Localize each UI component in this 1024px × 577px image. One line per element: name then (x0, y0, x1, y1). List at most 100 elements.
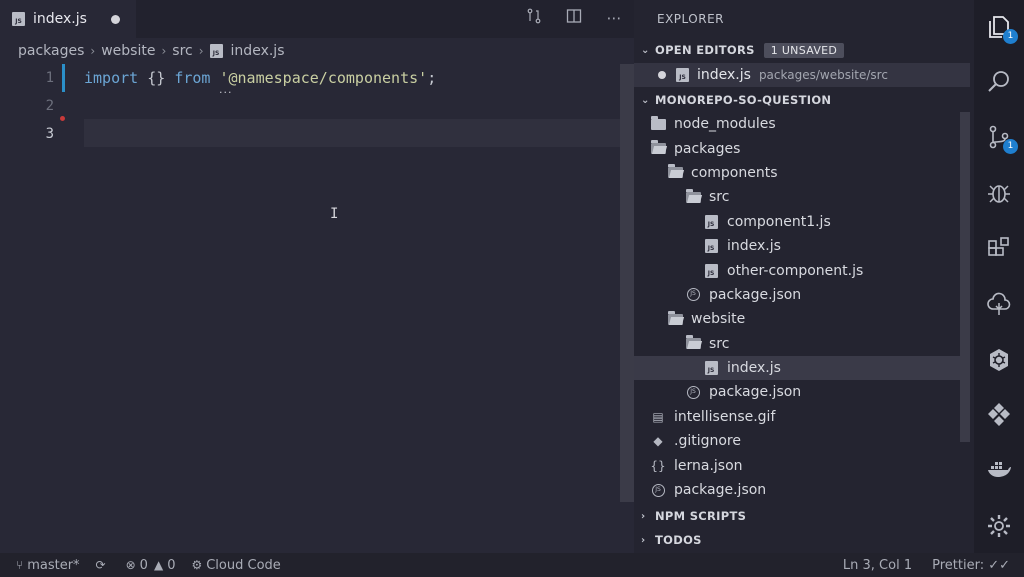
code-semicolon: ; (427, 69, 437, 87)
nodejs-icon: JS (685, 288, 701, 302)
tree-item-label: intellisense.gif (674, 408, 776, 425)
open-changes-icon[interactable] (524, 8, 544, 28)
js-file-icon: JS (676, 68, 689, 82)
project-label: MONOREPO-SO-QUESTION (655, 93, 832, 107)
tree-item-label: component1.js (727, 213, 831, 230)
tree-item-label: src (709, 189, 730, 206)
cloud-code-icon[interactable] (986, 402, 1012, 428)
sidebar-scrollbar[interactable] (960, 112, 970, 442)
tree-item[interactable]: website (634, 307, 970, 331)
folder-open-icon (685, 335, 701, 351)
breadcrumb-file[interactable]: index.js (231, 43, 285, 59)
open-editor-path: packages/website/src (758, 68, 888, 82)
chevron-right-icon: › (641, 510, 646, 522)
tree-item[interactable]: src (634, 185, 970, 209)
tree-item[interactable]: packages (634, 136, 970, 160)
js-file-icon: JS (703, 361, 719, 376)
tab-bar: JS index.js ⋯ (0, 0, 634, 38)
tree-item[interactable]: components (634, 161, 970, 185)
sync-status[interactable]: ⟳ (96, 558, 110, 572)
todos-header[interactable]: › TODOS (634, 528, 970, 552)
line-number: 2 (45, 98, 54, 114)
branch-status[interactable]: ⑂ master* (16, 558, 80, 573)
tree-item[interactable]: JS component1.js (634, 210, 970, 234)
folder-open-icon (667, 310, 683, 326)
tree-item[interactable]: JS package.json (634, 283, 970, 307)
code-line[interactable]: import {} from '@namespace/components'; (84, 64, 436, 92)
folder-open-icon (667, 164, 683, 180)
breadcrumb-src[interactable]: src (172, 43, 192, 59)
tree-item-selected[interactable]: JS index.js (634, 355, 970, 381)
split-editor-icon[interactable] (564, 8, 584, 28)
error-dot-icon (60, 116, 65, 121)
code-text[interactable]: import {} from '@namespace/components'; (84, 64, 436, 148)
source-control-icon[interactable]: 1 (986, 124, 1018, 154)
tree-item-label: components (691, 164, 778, 181)
js-file-icon: JS (703, 263, 719, 278)
breadcrumb-website[interactable]: website (101, 43, 155, 59)
tree-item-label: package.json (709, 384, 802, 401)
status-bar: ⑂ master* ⟳ ⊗ 0 ▲ 0 ⚙ Cloud Code Ln 3, C… (0, 553, 1024, 577)
keyword-import: import (84, 69, 139, 87)
tree-item-label: lerna.json (674, 457, 743, 474)
tree-item[interactable]: ▤ intellisense.gif (634, 405, 970, 429)
tree-item[interactable]: node_modules (634, 112, 970, 136)
search-icon[interactable] (986, 69, 1012, 95)
npm-scripts-header[interactable]: › NPM SCRIPTS (634, 504, 970, 528)
unsaved-dot-icon[interactable] (111, 15, 120, 24)
tree-item[interactable]: {} lerna.json (634, 453, 970, 477)
tree-item[interactable]: JS package.json (634, 380, 970, 404)
cloud-code-status[interactable]: ⚙ Cloud Code (191, 558, 280, 573)
more-actions-icon[interactable]: ⋯ (604, 8, 624, 28)
chevron-right-icon: › (161, 44, 167, 58)
tree-item[interactable]: JS index.js (634, 234, 970, 258)
tree-item-label: other-component.js (727, 262, 864, 279)
tree-item[interactable]: ◆ .gitignore (634, 429, 970, 453)
problems-status[interactable]: ⊗ 0 ▲ 0 (126, 558, 176, 573)
tab-label: index.js (33, 11, 87, 27)
project-header[interactable]: ⌄ MONOREPO-SO-QUESTION (634, 88, 970, 112)
breadcrumb-packages[interactable]: packages (18, 43, 84, 59)
kubernetes-icon[interactable] (986, 347, 1012, 373)
git-branch-icon: ⑂ (16, 558, 24, 572)
tree-item-label: index.js (727, 238, 781, 255)
tree-item-label: website (691, 311, 746, 328)
tree-item[interactable]: JS other-component.js (634, 258, 970, 282)
code-line[interactable] (84, 92, 436, 120)
tree-item-label: src (709, 335, 730, 352)
files-icon[interactable]: 1 (986, 14, 1018, 44)
open-editors-header[interactable]: ⌄ OPEN EDITORS 1 UNSAVED (634, 38, 970, 62)
editor-scrollbar[interactable] (620, 64, 634, 502)
nodejs-icon: JS (650, 483, 666, 497)
modified-line-indicator (62, 64, 65, 92)
unsaved-dot-icon[interactable] (658, 71, 666, 79)
code-line[interactable] (84, 120, 436, 148)
breadcrumb: packages › website › src › JS index.js (18, 41, 284, 61)
chevron-down-icon: ⌄ (641, 44, 650, 56)
docker-icon[interactable] (986, 457, 1012, 483)
line-number: 3 (45, 126, 54, 142)
js-file-icon: JS (703, 239, 719, 254)
braces-icon: {} (650, 458, 666, 473)
scm-badge: 1 (1003, 139, 1018, 154)
tree-item[interactable]: src (634, 332, 970, 356)
extensions-icon[interactable] (986, 236, 1012, 262)
keyword-from: from (174, 69, 211, 87)
cloud-tree-icon[interactable] (986, 291, 1012, 317)
activity-bar: 1 1 (974, 0, 1024, 553)
cursor-position[interactable]: Ln 3, Col 1 (843, 558, 912, 573)
chevron-right-icon: › (90, 44, 96, 58)
debug-icon[interactable] (986, 180, 1012, 206)
js-file-icon: JS (703, 214, 719, 229)
unsaved-badge: 1 UNSAVED (763, 42, 845, 58)
prettier-status[interactable]: Prettier: ✓✓ (932, 558, 1010, 573)
error-count: 0 (139, 557, 148, 573)
tab-index-js[interactable]: JS index.js (0, 0, 136, 38)
error-icon: ⊗ (125, 558, 136, 572)
chevron-down-icon: ⌄ (641, 94, 650, 106)
open-editor-item[interactable]: JS index.js packages/website/src (634, 63, 970, 87)
tree-item-label: package.json (709, 286, 802, 303)
folder-open-icon (650, 140, 666, 156)
tree-item[interactable]: JS package.json (634, 478, 970, 502)
settings-gear-icon[interactable] (986, 513, 1012, 539)
